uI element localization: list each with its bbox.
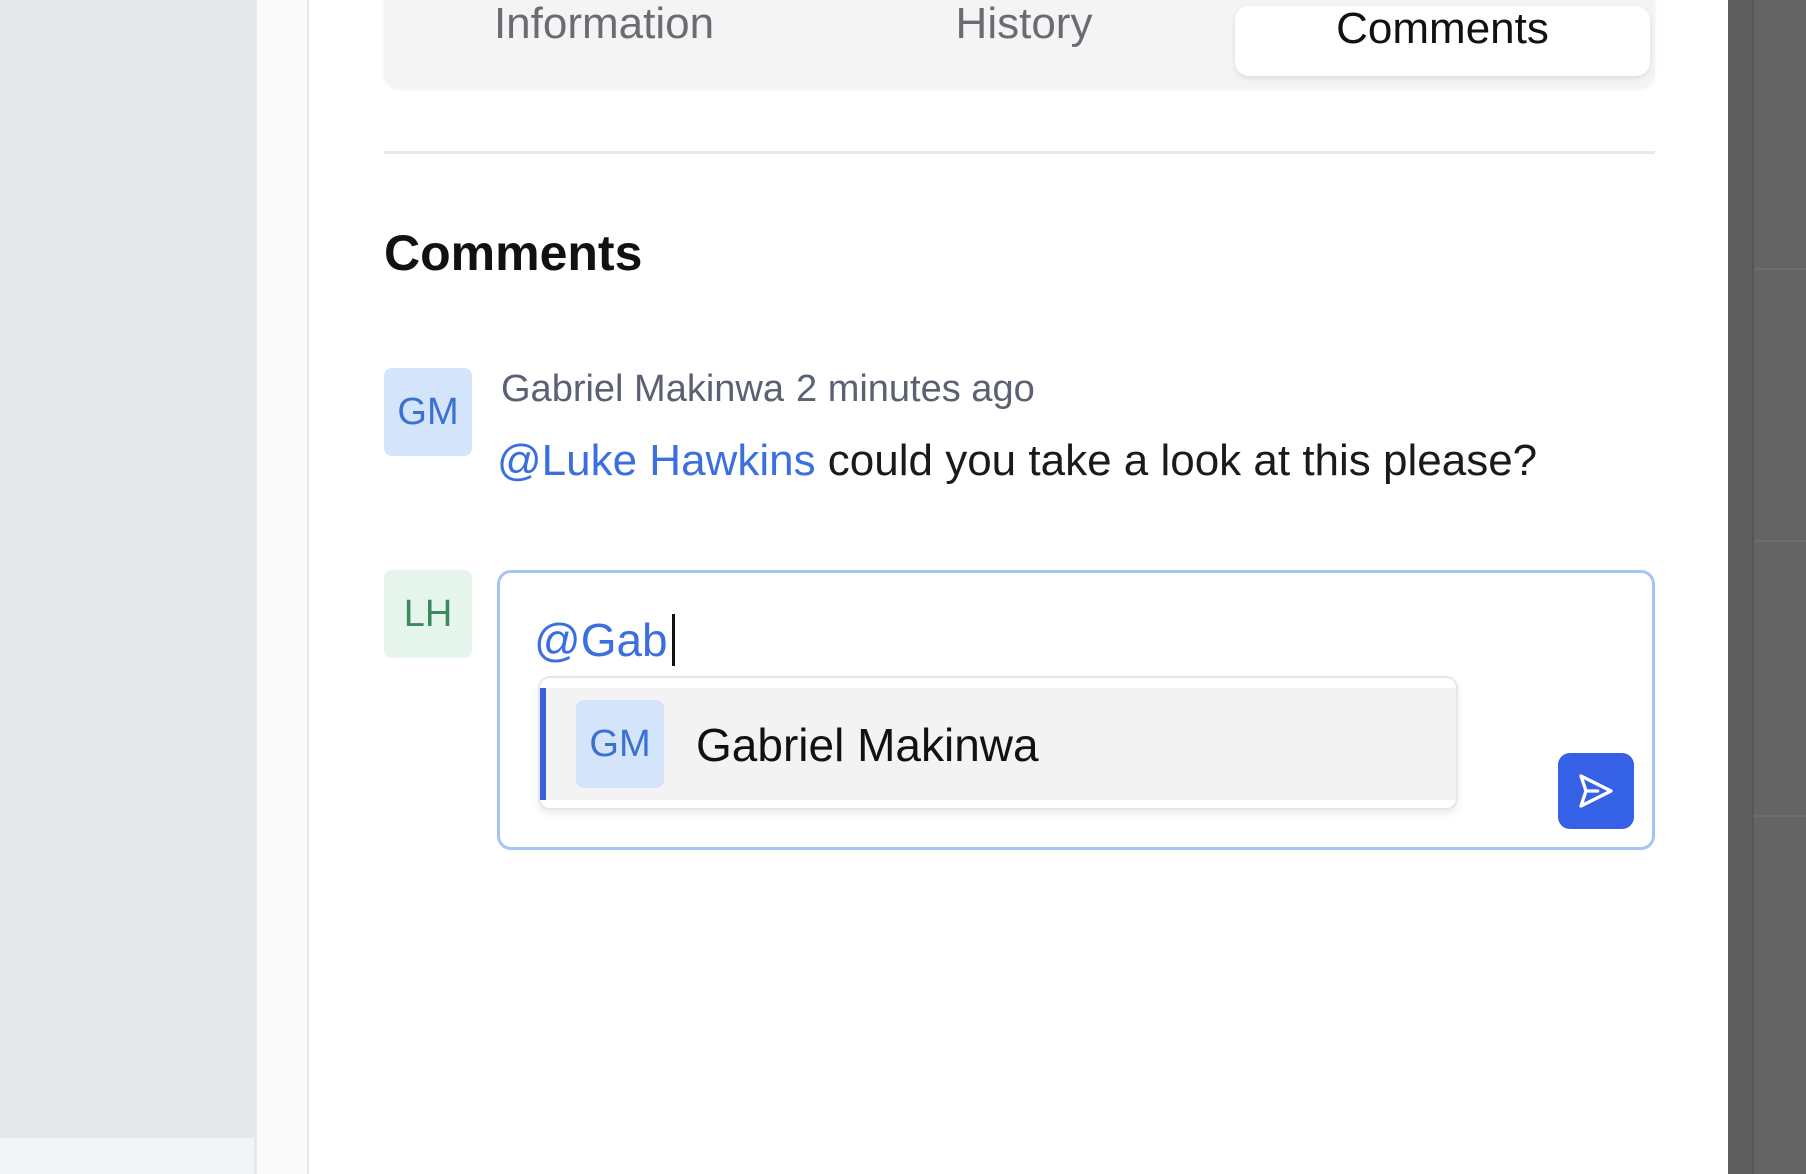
comment-author: Gabriel Makinwa [501, 368, 784, 410]
right-overlay-edge [1752, 0, 1806, 1174]
comment-body: @Luke Hawkins could you take a look at t… [497, 436, 1537, 486]
divider [384, 151, 1655, 154]
right-overlay-divider [1754, 268, 1806, 270]
comment-input-value[interactable]: @Gab [534, 613, 675, 667]
suggestion-avatar: GM [576, 700, 664, 788]
tab-comments-label: Comments [1336, 4, 1549, 53]
tab-comments[interactable]: Comments [1235, 4, 1650, 76]
text-caret [671, 614, 675, 666]
right-overlay-divider [1754, 815, 1806, 817]
mention-suggestion-item[interactable]: GM Gabriel Makinwa [540, 688, 1456, 800]
side-strip [256, 0, 309, 1174]
send-icon [1579, 774, 1613, 808]
tab-information-label: Information [493, 0, 715, 48]
tab-bar: Information History Comments [384, 0, 1655, 88]
comment-text: could you take a look at this please? [815, 436, 1538, 485]
mention-suggestions: GM Gabriel Makinwa [538, 676, 1458, 810]
suggestion-name: Gabriel Makinwa [696, 719, 1039, 771]
section-title: Comments [384, 225, 643, 281]
tab-history[interactable]: History [824, 0, 1224, 76]
comment-mention[interactable]: @Luke Hawkins [497, 436, 816, 485]
comment-meta: Gabriel Makinwa 2 minutes ago [501, 368, 1035, 411]
current-user-avatar: LH [384, 570, 472, 658]
send-button[interactable] [1558, 753, 1634, 829]
comment-author-avatar: GM [384, 368, 472, 456]
details-panel: Information History Comments Comments GM… [311, 0, 1728, 1174]
tab-history-label: History [955, 0, 1093, 48]
comment-input[interactable]: @Gab GM Gabriel Makinwa [497, 570, 1655, 850]
comment-timestamp: 2 minutes ago [796, 368, 1035, 410]
tab-information[interactable]: Information [384, 0, 824, 76]
comment-input-text: @Gab [534, 614, 668, 666]
left-background-panel [0, 0, 256, 1174]
right-overlay-divider [1754, 540, 1806, 542]
left-background-footer [0, 1138, 254, 1174]
